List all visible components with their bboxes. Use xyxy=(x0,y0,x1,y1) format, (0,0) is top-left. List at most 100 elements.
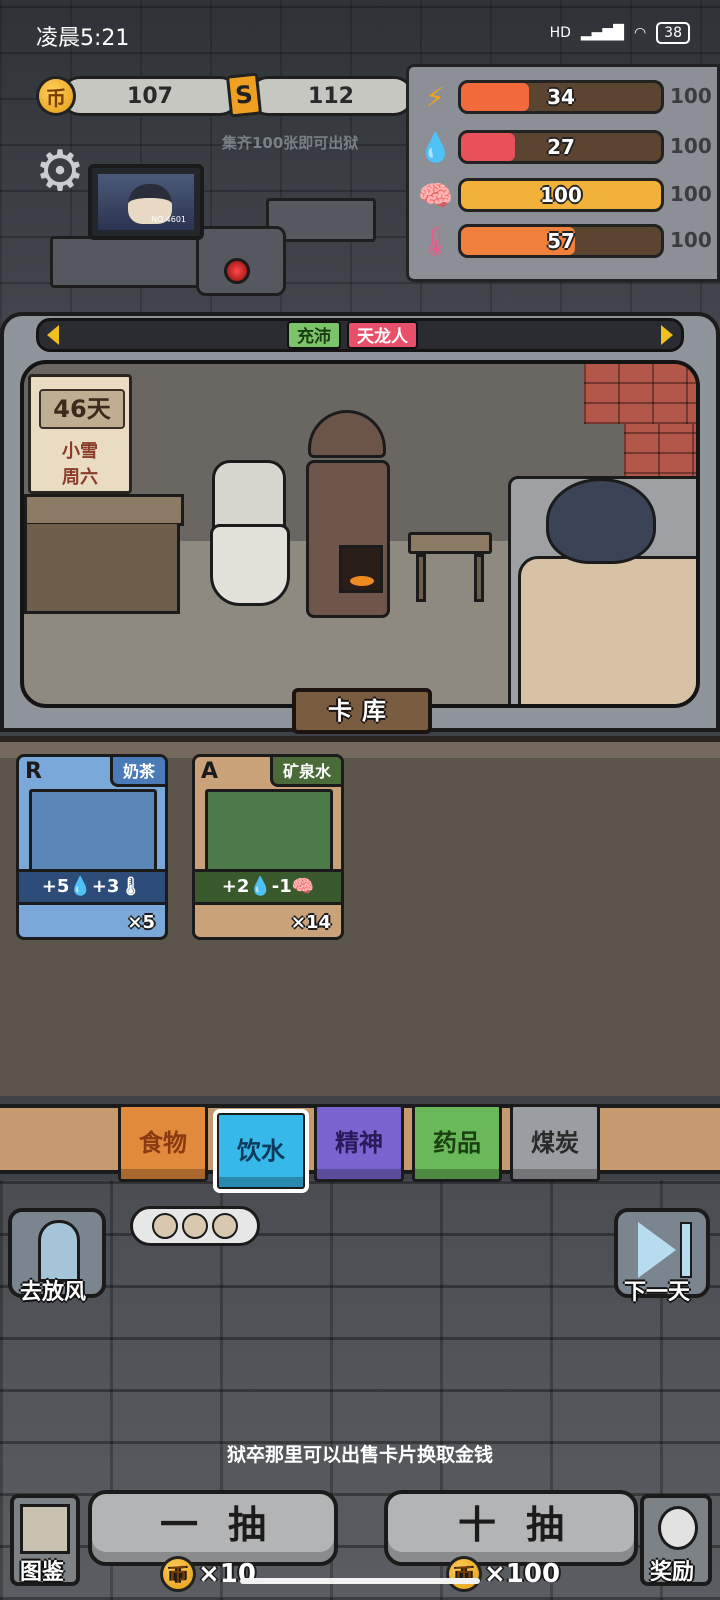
reward-label: 奖励 xyxy=(650,1560,695,1585)
wooden-table[interactable] xyxy=(24,494,184,526)
day-calendar: 46天 小雪 周六 xyxy=(28,374,132,494)
monitor-screen: NO.4601 xyxy=(98,174,194,230)
energy-icon: ⚡ xyxy=(425,81,445,114)
ticket-amount: 112 xyxy=(248,76,414,116)
category-tab[interactable]: 饮水 xyxy=(213,1109,309,1193)
stool-leg xyxy=(474,554,484,602)
stat-bar: 57 xyxy=(458,224,664,258)
card-art xyxy=(205,789,333,873)
play-icon xyxy=(638,1222,676,1278)
brick-wall-patch xyxy=(584,364,696,424)
single-draw-cost: 币 ×10 xyxy=(160,1556,256,1592)
status-time: 凌晨5:21 xyxy=(36,26,130,51)
stat-value: 34 xyxy=(547,85,575,109)
machine-base xyxy=(50,236,210,288)
water-icon: 💧 xyxy=(418,131,453,164)
category-tab[interactable]: 食物 xyxy=(118,1104,208,1182)
status-tags: 充沛 天龙人 xyxy=(287,321,418,349)
single-draw-button[interactable]: 一抽 xyxy=(88,1490,338,1566)
coin-icon: 币 xyxy=(446,1556,482,1592)
ten-draw-button[interactable]: 十抽 xyxy=(384,1490,638,1566)
book-icon xyxy=(20,1504,70,1554)
item-card[interactable]: A 矿泉水 +2💧-1🧠 ×14 xyxy=(192,754,344,940)
outing-button[interactable]: 去放风 xyxy=(8,1208,106,1305)
codex-label: 图鉴 xyxy=(20,1560,65,1585)
item-card[interactable]: R 奶茶 +5💧+3🌡 ×5 xyxy=(16,754,168,940)
outing-label: 去放风 xyxy=(20,1280,87,1305)
card-rank: R xyxy=(25,759,42,784)
thought-bubble xyxy=(130,1206,260,1246)
prisoner-monitor: NO.4601 xyxy=(88,164,204,240)
prisoner-face-icon xyxy=(182,1213,208,1239)
coal-stove[interactable] xyxy=(306,460,390,618)
home-indicator[interactable] xyxy=(240,1578,480,1584)
card-count: ×14 xyxy=(290,912,331,933)
status-tag-strip: 充沛 天龙人 xyxy=(36,318,684,352)
thermometer-icon: 🌡 xyxy=(418,225,454,258)
stove-lid xyxy=(308,410,386,458)
stool-leg xyxy=(416,554,426,602)
codex-button[interactable]: 图鉴 xyxy=(10,1494,80,1586)
tag-prev-arrow-icon[interactable] xyxy=(47,325,59,345)
card-effect: +5💧+3🌡 xyxy=(19,869,165,905)
brain-icon: 🧠 xyxy=(418,179,453,212)
battery-icon: 38 xyxy=(656,22,690,44)
status-tag[interactable]: 充沛 xyxy=(287,321,341,349)
fire-glow xyxy=(350,576,374,586)
stat-value: 27 xyxy=(547,135,575,159)
next-day-button[interactable]: 下一天 xyxy=(614,1208,710,1305)
signal-icon: ▂▄▆█ xyxy=(580,25,624,41)
stat-row: 🌡 57 100 xyxy=(418,224,718,260)
stove-fire-icon xyxy=(339,545,383,593)
guard-face-icon xyxy=(212,1213,238,1239)
network-label: HD xyxy=(549,25,571,41)
wifi-icon: ◠ xyxy=(633,25,647,41)
status-icons: HD ▂▄▆█ ◠ 38 xyxy=(550,22,690,44)
stat-row: 💧 27 100 xyxy=(418,130,718,166)
skip-bar-icon xyxy=(680,1222,692,1278)
weather-label: 小雪 xyxy=(62,441,98,462)
stat-value: 57 xyxy=(547,229,575,253)
card-library-title: 卡库 xyxy=(292,688,432,734)
card-count: ×5 xyxy=(127,912,155,933)
coin-icon: 币 xyxy=(160,1556,196,1592)
card-art xyxy=(29,789,157,873)
day-count: 46天 xyxy=(39,389,125,429)
stat-max: 100 xyxy=(670,84,712,108)
category-tab[interactable]: 精神 xyxy=(314,1104,404,1182)
prisoner-number: NO.4601 xyxy=(151,215,186,224)
mouse-icon xyxy=(658,1506,698,1550)
door-icon xyxy=(38,1220,80,1282)
settings-gear-icon[interactable]: ⚙ xyxy=(30,142,90,202)
stat-max: 100 xyxy=(670,182,712,206)
stat-max: 100 xyxy=(670,228,712,252)
stat-bar: 27 xyxy=(458,130,664,164)
category-tab[interactable]: 煤炭 xyxy=(510,1104,600,1182)
reward-button[interactable]: 奖励 xyxy=(640,1494,712,1586)
toilet-tank[interactable] xyxy=(212,460,286,534)
next-day-label: 下一天 xyxy=(624,1280,691,1305)
coin-amount: 107 xyxy=(60,76,240,116)
sleeping-prisoner[interactable] xyxy=(546,478,656,564)
tip-text: 狱卒那里可以出售卡片换取金钱 xyxy=(226,1444,493,1466)
coin-icon: 币 xyxy=(36,76,76,116)
card-effect: +2💧-1🧠 xyxy=(195,869,341,905)
weekday-label: 周六 xyxy=(62,467,98,488)
bed-blanket xyxy=(518,556,696,704)
stat-bar: 34 xyxy=(458,80,664,114)
status-tag[interactable]: 天龙人 xyxy=(347,321,418,349)
ticket-icon: S xyxy=(225,72,263,118)
ten-draw-cost: 币 ×100 xyxy=(446,1556,560,1592)
ten-draw-price: ×100 xyxy=(484,1559,561,1589)
wooden-stool[interactable] xyxy=(408,532,492,554)
guard-face-icon xyxy=(152,1213,178,1239)
camera-red-light xyxy=(224,258,250,284)
category-tab[interactable]: 药品 xyxy=(412,1104,502,1182)
card-name: 矿泉水 xyxy=(269,757,341,787)
stat-row: 🧠 100 100 xyxy=(418,178,718,214)
toilet-bowl[interactable] xyxy=(210,524,290,606)
stat-bar: 100 xyxy=(458,178,664,212)
stat-max: 100 xyxy=(670,134,712,158)
table-front xyxy=(24,524,180,614)
tag-next-arrow-icon[interactable] xyxy=(661,325,673,345)
